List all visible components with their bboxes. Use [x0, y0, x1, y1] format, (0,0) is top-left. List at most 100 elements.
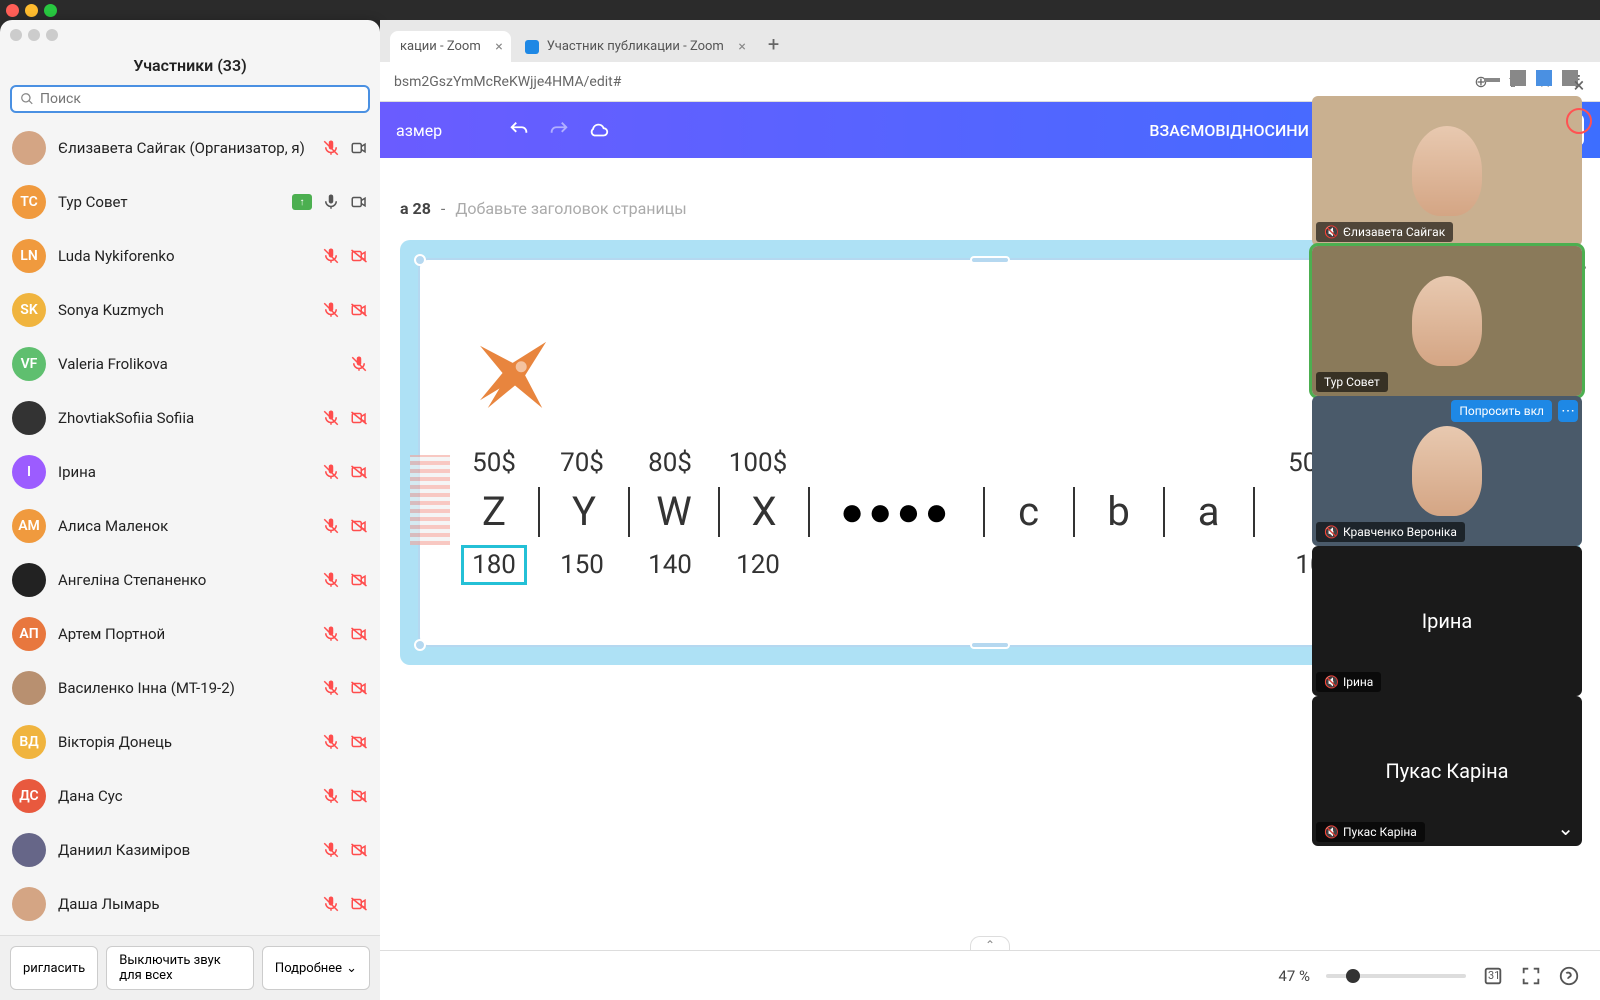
mic-muted-icon[interactable] — [322, 841, 340, 859]
camera-off-icon[interactable] — [350, 463, 368, 481]
seat-cell[interactable]: 180 — [450, 545, 538, 585]
video-tile[interactable]: 🔇Кравченко ВеронікаПопросить вкл⋯ — [1312, 396, 1582, 546]
selection-handle[interactable] — [414, 254, 426, 266]
chevron-down-icon[interactable]: ⌄ — [1557, 816, 1574, 840]
selection-handle[interactable] — [970, 641, 1010, 649]
camera-off-icon[interactable] — [350, 517, 368, 535]
minimize-icon[interactable] — [1484, 78, 1500, 82]
participant-row[interactable]: Василенко Інна (МТ-19-2) — [0, 661, 380, 715]
selection-handle[interactable] — [414, 639, 426, 651]
mic-muted-icon[interactable] — [322, 571, 340, 589]
undo-icon[interactable] — [508, 119, 530, 141]
video-more-button[interactable]: ⋯ — [1558, 400, 1578, 422]
seat-cell: 150 — [538, 550, 626, 580]
participant-name: Вікторія Донець — [58, 733, 310, 751]
camera-on-icon[interactable] — [350, 193, 368, 211]
participant-name: Luda Nykiforenko — [58, 247, 310, 265]
ask-unmute-button[interactable]: Попросить вкл — [1451, 400, 1552, 422]
price-cell: 70$ — [538, 448, 626, 478]
participant-row[interactable]: LNLuda Nykiforenko — [0, 229, 380, 283]
url-text[interactable]: bsm2GszYmMcReKWjje4HMA/edit# — [394, 74, 1458, 90]
min-dot[interactable] — [25, 4, 38, 17]
new-tab-button[interactable]: + — [758, 26, 789, 62]
search-box[interactable] — [10, 85, 370, 113]
zoom-slider[interactable] — [1326, 974, 1466, 978]
participant-name: Ірина — [58, 463, 310, 481]
mic-muted-icon[interactable] — [322, 247, 340, 265]
camera-off-icon[interactable] — [350, 409, 368, 427]
browser-tab[interactable]: Участник публикации - Zoom × — [515, 31, 754, 62]
mute-all-button[interactable]: Выключить звук для всех — [106, 946, 254, 990]
fullscreen-icon[interactable] — [1520, 965, 1542, 987]
invite-button[interactable]: ригласить — [10, 946, 98, 990]
mic-muted-icon[interactable] — [322, 139, 340, 157]
participant-row[interactable]: VFValeria Frolikova — [0, 337, 380, 391]
more-button[interactable]: Подробнее⌄ — [262, 946, 370, 990]
mic-muted-icon[interactable] — [322, 895, 340, 913]
cloud-icon[interactable] — [588, 119, 610, 141]
participant-row[interactable]: Даша Лымарь — [0, 877, 380, 931]
tab-close-icon[interactable]: × — [738, 39, 745, 55]
participant-row[interactable]: SKSonya Kuzmych — [0, 283, 380, 337]
pages-icon[interactable]: 31 — [1482, 965, 1504, 987]
redo-icon[interactable] — [548, 119, 570, 141]
price-cell: 50$ — [450, 448, 538, 478]
doc-title[interactable]: ВЗАЄМОВІДНОСИНИ — [1149, 121, 1309, 140]
mic-muted-icon[interactable] — [322, 787, 340, 805]
grid-a-icon[interactable] — [1536, 70, 1552, 86]
mic-muted-icon[interactable] — [322, 733, 340, 751]
size-label[interactable]: азмер — [396, 121, 442, 140]
camera-off-icon[interactable] — [350, 301, 368, 319]
help-icon[interactable] — [1558, 965, 1580, 987]
participant-row[interactable]: Даниил Казиміров — [0, 823, 380, 877]
participant-row[interactable]: ІІрина — [0, 445, 380, 499]
camera-off-icon[interactable] — [350, 895, 368, 913]
max-dot[interactable] — [44, 4, 57, 17]
mic-muted-icon[interactable] — [322, 409, 340, 427]
participant-row[interactable]: ДСДана Сус — [0, 769, 380, 823]
video-tile[interactable]: Тур Совет — [1312, 246, 1582, 396]
camera-off-icon[interactable] — [350, 787, 368, 805]
slider-thumb[interactable] — [1346, 969, 1360, 983]
participant-row[interactable]: АПАртем Портной — [0, 607, 380, 661]
participants-title: Участники (33) — [0, 50, 380, 85]
mic-muted-icon[interactable] — [322, 625, 340, 643]
camera-off-icon[interactable] — [350, 247, 368, 265]
participant-list[interactable]: Єлизавета Сайгак (Организатор, я)ТСТур С… — [0, 121, 380, 935]
close-dot[interactable] — [6, 4, 19, 17]
mic-on-icon[interactable] — [322, 193, 340, 211]
video-tile[interactable]: 🔇Єлизавета Сайгак — [1312, 96, 1582, 246]
participant-row[interactable]: Єлизавета Сайгак (Организатор, я) — [0, 121, 380, 175]
avatar — [12, 887, 46, 921]
browser-profile-icon[interactable] — [1566, 108, 1592, 134]
selection-handle[interactable] — [970, 256, 1010, 264]
avatar — [12, 563, 46, 597]
camera-on-icon[interactable] — [350, 139, 368, 157]
browser-tab[interactable]: кации - Zoom × — [390, 31, 511, 62]
camera-off-icon[interactable] — [350, 625, 368, 643]
zoom-percent[interactable]: 47 % — [1278, 967, 1310, 985]
mic-muted-icon[interactable] — [322, 301, 340, 319]
camera-off-icon[interactable] — [350, 733, 368, 751]
window-close-icon[interactable]: × — [1564, 70, 1594, 100]
camera-off-icon[interactable] — [350, 841, 368, 859]
video-tile[interactable]: Пукас Каріна🔇Пукас Каріна⌄ — [1312, 696, 1582, 846]
participant-row[interactable]: ТСТур Совет — [0, 175, 380, 229]
mic-muted-icon[interactable] — [322, 517, 340, 535]
participant-row[interactable]: АМАлиса Маленок — [0, 499, 380, 553]
mic-muted-icon[interactable] — [322, 463, 340, 481]
participant-name: Дана Сус — [58, 787, 310, 805]
camera-off-icon[interactable] — [350, 679, 368, 697]
mic-muted-icon[interactable] — [350, 355, 368, 373]
mic-muted-icon[interactable] — [322, 679, 340, 697]
video-tile[interactable]: Ірина🔇Ірина — [1312, 546, 1582, 696]
participant-row[interactable]: Ангеліна Степаненко — [0, 553, 380, 607]
layout-icon[interactable] — [1510, 70, 1526, 86]
camera-off-icon[interactable] — [350, 571, 368, 589]
participant-row[interactable]: ВДВікторія Донець — [0, 715, 380, 769]
avatar — [12, 671, 46, 705]
search-input[interactable] — [40, 91, 360, 107]
participant-row[interactable]: ZhovtiakSofiia Sofiia — [0, 391, 380, 445]
page-hint[interactable]: Добавьте заголовок страницы — [455, 199, 686, 218]
tab-close-icon[interactable]: × — [495, 39, 502, 55]
